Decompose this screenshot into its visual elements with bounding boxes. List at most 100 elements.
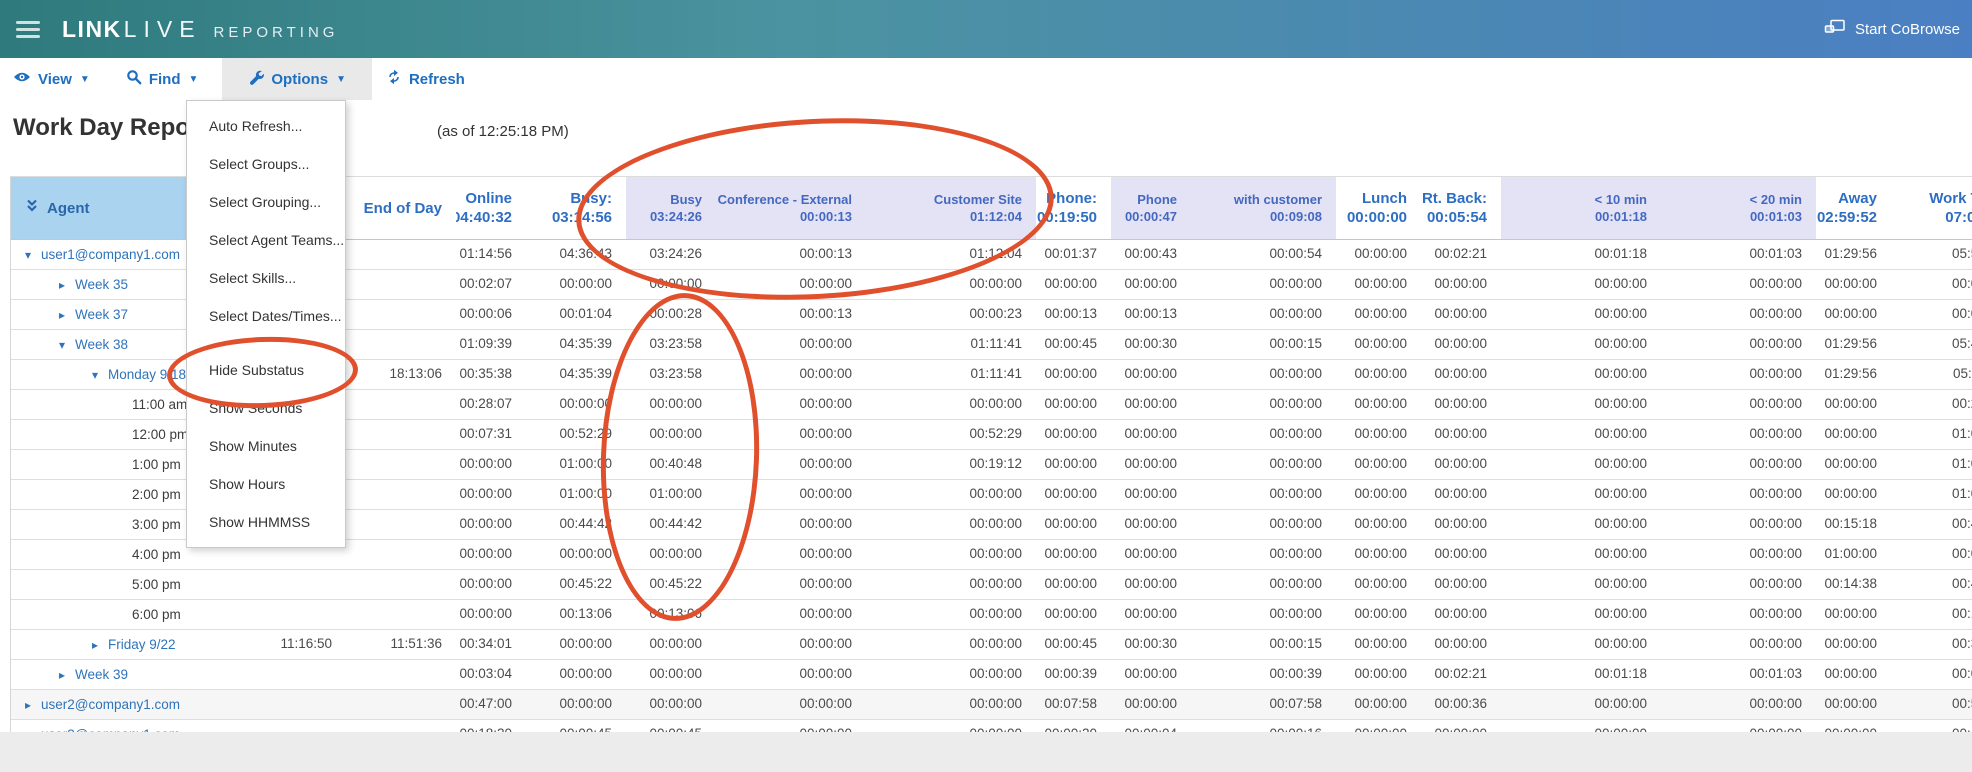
column-header-total: 01:12:04	[970, 208, 1022, 225]
view-menu-button[interactable]: View▼	[0, 58, 90, 100]
refresh-button[interactable]: Refresh	[386, 58, 465, 100]
menu-item-select-grouping[interactable]: Select Grouping...	[187, 183, 345, 221]
collapse-row-icon[interactable]: ▾	[92, 361, 108, 389]
time-cell: 00:00:00	[716, 480, 866, 509]
menu-item-select-dates-times[interactable]: Select Dates/Times...	[187, 297, 345, 335]
expand-row-icon[interactable]: ▸	[59, 271, 75, 299]
time-cell: 00:00:00	[1421, 420, 1501, 449]
column-header-lunch[interactable]: Lunch00:00:00	[1336, 177, 1421, 239]
column-header-phone[interactable]: Phone00:00:47	[1111, 177, 1191, 239]
column-header-busy[interactable]: Busy03:24:26	[626, 177, 716, 239]
time-cell	[256, 600, 346, 629]
logo-reporting-text: REPORTING	[214, 24, 339, 41]
row-label: Week 35	[75, 271, 128, 299]
menu-item-select-skills[interactable]: Select Skills...	[187, 259, 345, 297]
time-cell: 00:00:00	[1336, 630, 1421, 659]
options-menu-button[interactable]: Options▼	[222, 58, 372, 100]
time-cell	[346, 690, 456, 719]
time-cell	[346, 600, 456, 629]
time-cell: 00:00:00	[866, 510, 1036, 539]
menu-item-show-seconds[interactable]: Show Seconds	[187, 389, 345, 427]
time-cell: 00:02:21	[1421, 660, 1501, 689]
time-cell: 00:00:13	[1036, 300, 1111, 329]
time-cell: 00:34:4	[1891, 630, 1972, 659]
row-label: 6:00 pm	[132, 601, 181, 629]
column-header-label: Away	[1838, 189, 1877, 208]
column-header-label: Work Tim	[1929, 189, 1972, 208]
time-cell: 00:00:00	[1336, 510, 1421, 539]
hamburger-menu-icon[interactable]	[16, 17, 40, 42]
find-menu-button[interactable]: Find▼	[126, 58, 199, 100]
time-cell: 00:00:00	[626, 390, 716, 419]
column-header-total: 00:09:08	[1270, 208, 1322, 225]
time-cell: 00:00:00	[1191, 450, 1336, 479]
menu-item-auto-refresh[interactable]: Auto Refresh...	[187, 107, 345, 145]
expand-row-icon[interactable]: ▸	[92, 631, 108, 659]
time-cell: 00:00:00	[1111, 690, 1191, 719]
column-header-end-of-day[interactable]: End of Day	[346, 177, 456, 239]
collapse-row-icon[interactable]: ▾	[59, 331, 75, 359]
expand-row-icon[interactable]: ▸	[25, 691, 41, 719]
agent-cell[interactable]: ▸Week 39	[11, 660, 256, 689]
column-header-away[interactable]: Away02:59:52	[1816, 177, 1891, 239]
time-cell: 00:00:00	[1036, 420, 1111, 449]
time-cell: 00:00:00	[1036, 540, 1111, 569]
menu-item-select-agent-teams[interactable]: Select Agent Teams...	[187, 221, 345, 259]
wrench-icon	[248, 69, 264, 89]
time-cell: 00:00:00	[1661, 420, 1816, 449]
time-cell: 00:44:42	[526, 510, 626, 539]
start-cobrowse-button[interactable]: Start CoBrowse	[1820, 0, 1964, 58]
column-header-10-min[interactable]: < 10 min00:01:18	[1501, 177, 1661, 239]
time-cell: 00:19:12	[866, 450, 1036, 479]
menu-item-hide-substatus[interactable]: Hide Substatus	[187, 351, 345, 389]
column-header-phone[interactable]: Phone:00:19:50	[1036, 177, 1111, 239]
menu-item-show-minutes[interactable]: Show Minutes	[187, 427, 345, 465]
row-label: 1:00 pm	[132, 451, 181, 479]
agent-cell[interactable]: ▸user2@company1.com	[11, 690, 256, 719]
time-cell: 00:00:06	[456, 300, 526, 329]
time-cell: 00:00:00	[1661, 360, 1816, 389]
expand-row-icon[interactable]: ▸	[59, 661, 75, 689]
time-cell: 00:00:39	[1036, 660, 1111, 689]
time-cell: 00:00:00	[1816, 630, 1891, 659]
column-header-rt-back[interactable]: Rt. Back:00:05:54	[1421, 177, 1501, 239]
time-cell: 00:00:00	[1661, 450, 1816, 479]
table-row: 6:00 pm00:00:0000:13:0600:13:0600:00:000…	[11, 600, 1972, 630]
time-cell: 00:00:00	[1501, 450, 1661, 479]
time-cell: 01:00:00	[1816, 540, 1891, 569]
agent-cell[interactable]: ▸Friday 9/22	[11, 630, 256, 659]
column-header-with-customer[interactable]: with customer00:09:08	[1191, 177, 1336, 239]
column-header-work-tim[interactable]: Work Tim07:07:3	[1891, 177, 1972, 239]
column-header-conference-external[interactable]: Conference - External00:00:13	[716, 177, 866, 239]
menu-item-show-hhmmss[interactable]: Show HHMMSS	[187, 503, 345, 541]
time-cell: 00:13:06	[526, 600, 626, 629]
menu-item-show-hours[interactable]: Show Hours	[187, 465, 345, 503]
row-label: 4:00 pm	[132, 541, 181, 569]
time-cell: 00:00:00	[1336, 660, 1421, 689]
time-cell: 00:00:00	[1421, 300, 1501, 329]
column-header-20-min[interactable]: < 20 min00:01:03	[1661, 177, 1816, 239]
column-header-total: 00:05:54	[1427, 208, 1487, 227]
time-cell: 00:00:00	[1191, 360, 1336, 389]
time-cell: 03:24:26	[626, 240, 716, 269]
expand-row-icon[interactable]: ▸	[59, 301, 75, 329]
column-header-label: Rt. Back:	[1422, 189, 1487, 208]
time-cell: 00:00:45	[1036, 330, 1111, 359]
time-cell: 00:00:30	[1111, 630, 1191, 659]
column-header-label: Customer Site	[934, 191, 1022, 208]
time-cell: 00:00:00	[1816, 420, 1891, 449]
column-header-busy[interactable]: Busy:03:14:56	[526, 177, 626, 239]
time-cell: 00:00:39	[1191, 660, 1336, 689]
column-header-online[interactable]: Online04:40:32	[456, 177, 526, 239]
menu-item-select-groups[interactable]: Select Groups...	[187, 145, 345, 183]
agent-cell: 6:00 pm	[11, 600, 256, 629]
time-cell: 00:00:00	[626, 270, 716, 299]
time-cell: 00:00:00	[1336, 270, 1421, 299]
column-header-customer-site[interactable]: Customer Site01:12:04	[866, 177, 1036, 239]
time-cell: 00:02:21	[1421, 240, 1501, 269]
collapse-row-icon[interactable]: ▾	[25, 241, 41, 269]
time-cell	[346, 330, 456, 359]
time-cell: 00:00:00	[1336, 570, 1421, 599]
time-cell: 00:00:00	[1661, 630, 1816, 659]
time-cell: 11:16:50	[256, 630, 346, 659]
